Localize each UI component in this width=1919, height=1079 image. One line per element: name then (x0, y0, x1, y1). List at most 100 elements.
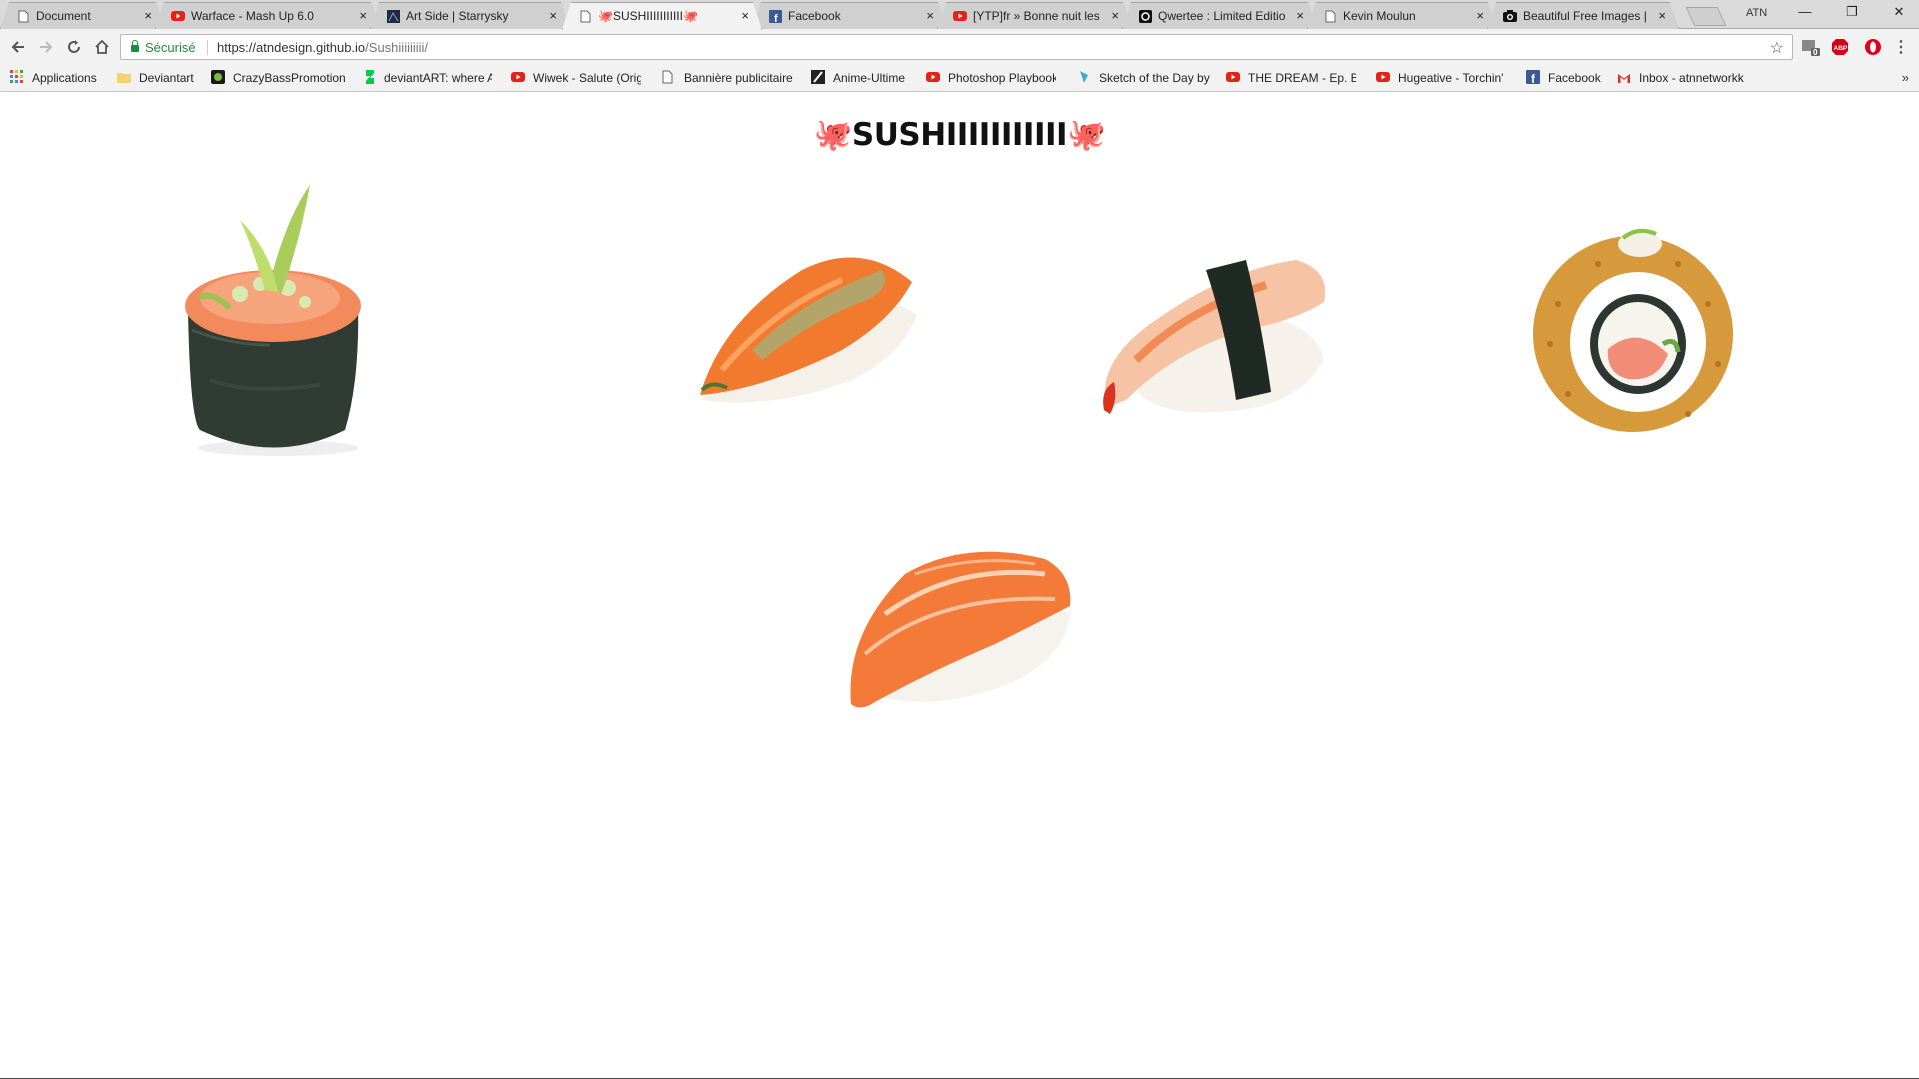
close-icon[interactable]: × (1476, 8, 1484, 23)
tab-art-side[interactable]: Art Side | Starrysky × (370, 2, 570, 29)
close-icon[interactable]: × (1658, 8, 1666, 23)
bookmarks-overflow-button[interactable]: » (1902, 70, 1909, 85)
bookmark-applications[interactable]: Applications (10, 70, 97, 86)
tab-title: 🐙SUSHIIIIIIIIIII🐙 (598, 9, 698, 23)
tab-kevin-moulun[interactable]: Kevin Moulun × (1307, 2, 1497, 29)
bookmark-deviantart[interactable]: Deviantart (117, 70, 194, 86)
tab-qwertee[interactable]: Qwertee : Limited Editio × (1122, 2, 1317, 29)
bookmark-star-icon[interactable]: ☆ (1770, 38, 1784, 58)
bookmark-photoshop-playbook[interactable]: Photoshop Playbook (926, 70, 1056, 86)
extension-icon: 0 (1802, 40, 1820, 57)
facebook-icon: f (768, 9, 782, 23)
page-title-text: SUSHIIIIIIIIIII (851, 117, 1068, 153)
youtube-icon (511, 70, 525, 84)
artside-icon (386, 9, 400, 23)
bookmark-label: Inbox - atnnetworkk (1639, 71, 1744, 85)
adblock-plus-icon: ABP (1832, 39, 1848, 55)
gunkan-sushi-image (185, 185, 361, 456)
url-host: https://atndesign.github.io (217, 40, 366, 55)
minimize-button[interactable]: — (1785, 4, 1825, 19)
page-icon (662, 70, 676, 84)
tab-title: Document (36, 9, 91, 23)
menu-button[interactable]: ⋮ (1890, 36, 1912, 58)
youtube-icon (1226, 70, 1240, 84)
reload-button[interactable] (63, 36, 85, 58)
back-button[interactable] (7, 36, 29, 58)
bookmark-crazybass[interactable]: CrazyBassPromotion (211, 70, 346, 86)
bookmark-label: THE DREAM - Ep. Bo (1248, 71, 1356, 85)
bookmark-label: Applications (32, 71, 97, 85)
home-button[interactable] (91, 36, 113, 58)
bookmark-label: Sketch of the Day by (1099, 71, 1210, 85)
bookmark-label: Deviantart (139, 71, 194, 85)
tab-free-images[interactable]: Beautiful Free Images | × (1487, 2, 1679, 29)
bookmark-label: Photoshop Playbook (948, 71, 1056, 85)
gmail-icon (1617, 72, 1631, 86)
crazybass-icon (211, 70, 225, 84)
forward-button[interactable] (35, 36, 57, 58)
apps-grid-icon (10, 70, 24, 84)
page-icon (1323, 9, 1337, 23)
bookmark-the-dream[interactable]: THE DREAM - Ep. Bo (1226, 70, 1356, 86)
tab-warface[interactable]: Warface - Mash Up 6.0 × (155, 2, 380, 29)
security-indicator[interactable]: Sécurisé (131, 40, 196, 55)
tab-title: Facebook (788, 9, 841, 23)
tempura-roll-image (1533, 228, 1733, 432)
tab-title: Beautiful Free Images | (1523, 9, 1647, 23)
shrimp-nigiri-image (1103, 260, 1326, 414)
bookmark-sketch-of-the-day[interactable]: Sketch of the Day by (1077, 70, 1210, 86)
bookmarks-bar: Applications Deviantart CrazyBassPromoti… (0, 65, 1919, 92)
close-icon[interactable]: × (549, 8, 557, 23)
youtube-icon (1376, 70, 1390, 84)
anime-ultime-icon (811, 70, 825, 84)
tab-strip: Document × Warface - Mash Up 6.0 × Art S… (0, 0, 1919, 29)
bookmark-deviantart-where[interactable]: deviantART: where A (362, 70, 492, 86)
tab-sushi[interactable]: 🐙SUSHIIIIIIIIIII🐙 × (562, 2, 762, 30)
facebook-icon: f (1526, 70, 1540, 86)
close-icon[interactable]: × (741, 8, 749, 23)
camera-icon (1503, 9, 1517, 23)
close-icon[interactable]: × (1296, 8, 1304, 23)
bookmark-anime-ultime[interactable]: Anime-Ultime (811, 70, 905, 86)
browser-toolbar: Sécurisé https://atndesign.github.io/Sus… (0, 29, 1919, 65)
svg-text:f: f (774, 13, 778, 23)
tab-document[interactable]: Document × (0, 2, 165, 29)
profile-button[interactable]: ATN (1746, 7, 1767, 19)
tab-ytp[interactable]: [YTP]fr » Bonne nuit les × (937, 2, 1132, 29)
restore-button[interactable]: ❐ (1832, 4, 1872, 20)
bookmark-label: Bannière publicitaire (684, 71, 793, 85)
tab-title: Kevin Moulun (1343, 9, 1416, 23)
close-icon[interactable]: × (926, 8, 934, 23)
sketch-icon (1077, 70, 1091, 84)
ext-badge-button[interactable]: 0 (1800, 36, 1822, 58)
address-bar[interactable]: Sécurisé https://atndesign.github.io/Sus… (120, 34, 1793, 60)
page-icon (578, 9, 592, 23)
bookmark-banniere[interactable]: Bannière publicitaire (662, 70, 793, 86)
bookmark-facebook[interactable]: f Facebook (1526, 70, 1601, 86)
bookmark-label: Wiwek - Salute (Orig (533, 71, 641, 85)
ext-badge-count: 0 (1813, 48, 1818, 57)
close-icon[interactable]: × (144, 8, 152, 23)
salmon-nigiri-herb-image (700, 257, 917, 403)
tab-title: Qwertee : Limited Editio (1158, 9, 1286, 23)
deviantart-icon (362, 70, 376, 84)
url-text[interactable]: https://atndesign.github.io/Sushiiiiiiii… (217, 40, 428, 55)
bookmark-inbox[interactable]: Inbox - atnnetworkk (1617, 70, 1744, 86)
salmon-nigiri-image (850, 551, 1071, 708)
qwertee-icon (1138, 9, 1152, 23)
tab-title: Warface - Mash Up 6.0 (191, 9, 314, 23)
tab-facebook[interactable]: f Facebook × (752, 2, 947, 29)
close-icon[interactable]: × (1111, 8, 1119, 23)
reload-icon (68, 40, 80, 53)
opera-icon (1865, 39, 1881, 55)
bookmark-hugeative[interactable]: Hugeative - Torchin' (1376, 70, 1503, 86)
new-tab-button[interactable] (1685, 7, 1727, 26)
close-window-button[interactable]: ✕ (1879, 4, 1919, 20)
home-icon (95, 39, 109, 54)
bookmark-label: Anime-Ultime (833, 71, 906, 85)
bookmark-wiwek[interactable]: Wiwek - Salute (Orig (511, 70, 641, 86)
adblock-plus-button[interactable]: ABP (1829, 36, 1851, 58)
youtube-icon (926, 70, 940, 84)
close-icon[interactable]: × (359, 8, 367, 23)
opera-button[interactable] (1862, 36, 1884, 58)
